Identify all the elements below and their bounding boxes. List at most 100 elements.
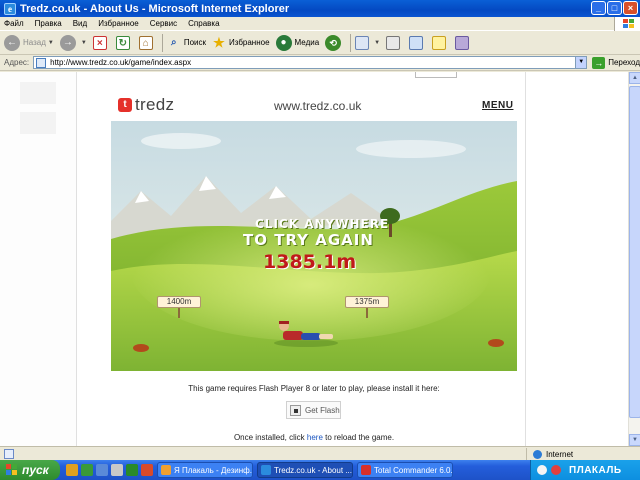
minimize-button[interactable]: _ [591,1,606,15]
media-label: Медиа [294,38,320,47]
search-button[interactable]: ⌕ Поиск [167,36,206,50]
distance-marker-right: 1375m [345,296,389,308]
stop-button[interactable]: × [92,35,110,50]
ie-icon [261,465,271,475]
scroll-thumb[interactable] [629,86,640,418]
reload-suffix: to reload the game. [322,433,395,442]
distance-marker-left: 1400m [157,296,201,308]
flash-required-message: This game requires Flash Player 8 or lat… [188,384,440,393]
page-tab-decoration [415,72,457,78]
tredz-logo-text: tredz [135,95,175,114]
security-zone: Internet [526,448,626,460]
window-title: Tredz.co.uk - About Us - Microsoft Inter… [20,2,290,15]
print-button[interactable] [386,35,403,50]
menu-edit[interactable]: Правка [35,19,62,28]
game-prompt-line2: TO TRY AGAIN [243,231,374,249]
address-label: Адрес: [4,58,30,67]
toolbar-separator [161,33,163,52]
tray-icon[interactable] [537,465,547,475]
quicklaunch-icon[interactable] [141,464,153,476]
flash-icon [290,404,301,416]
page-done-icon [4,449,14,459]
go-label: Переход [608,58,640,67]
start-button[interactable]: пуск [0,460,60,480]
quick-launch [66,464,153,476]
task-label: Я Плакаль - Дезинф... [174,465,253,475]
forward-arrow-icon: → [59,34,76,51]
address-url: http://www.tredz.co.uk/game/index.aspx [50,58,192,67]
scroll-up-button[interactable]: ▲ [629,72,640,84]
get-flash-button[interactable]: Get Flash [286,401,341,419]
menu-help[interactable]: Справка [188,19,219,28]
sign-post [178,308,180,318]
quicklaunch-icon[interactable] [66,464,78,476]
taskbar-item-total-commander[interactable]: Total Commander 6.0... [357,462,453,478]
game-area[interactable]: 1400m 1375m CLICK ANYWHERE TO TRY AGAIN … [111,121,517,371]
reload-prefix: Once installed, click [233,433,307,442]
media-button[interactable]: ● Медиа [275,34,320,51]
start-label: пуск [22,463,49,477]
globe-icon [533,449,542,459]
taskbar-item-tredz[interactable]: Tredz.co.uk - About ... [257,462,353,478]
search-icon: ⌕ [171,36,177,48]
watermark-text: ПЛАКАЛЬ [569,464,622,476]
taskbar: пуск Я Плакаль - Дезинф... Tredz.co.uk -… [0,460,640,480]
home-icon: ⌂ [138,35,153,50]
status-bar: Internet [0,446,640,460]
ie-icon: e [4,2,16,15]
discuss-button[interactable] [432,35,449,50]
home-button[interactable]: ⌂ [138,35,156,50]
close-button[interactable]: × [623,1,638,15]
site-menu-button[interactable]: MENU [482,100,513,111]
menu-favorites[interactable]: Избранное [98,19,139,28]
refresh-button[interactable]: ↻ [115,35,133,50]
edit-button[interactable] [409,35,426,50]
back-label: Назад [23,38,46,47]
title-bar: e Tredz.co.uk - About Us - Microsoft Int… [0,0,640,17]
maximize-button[interactable]: □ [607,1,622,15]
print-icon [386,35,401,50]
menu-file[interactable]: Файл [4,19,24,28]
forward-button[interactable]: → ▼ [59,34,87,51]
quicklaunch-icon[interactable] [126,464,138,476]
page-background-left [0,72,76,446]
edit-icon [409,35,424,50]
chevron-down-icon: ▼ [374,39,381,46]
search-label: Поиск [183,38,206,47]
windows-logo-icon [614,17,640,31]
toolbar: ← Назад ▼ → ▼ × ↻ ⌂ ⌕ Поиск ★ Избранное … [0,31,640,55]
favorites-button[interactable]: ★ Избранное [212,34,269,50]
mail-icon [355,35,370,50]
messenger-icon [455,35,470,50]
address-input[interactable]: http://www.tredz.co.uk/game/index.aspx ▼ [33,56,588,69]
zone-label: Internet [546,449,574,459]
tray-icon[interactable] [551,465,561,475]
note-icon [432,35,447,50]
messenger-button[interactable] [455,35,472,50]
task-label: Tredz.co.uk - About ... [274,465,352,475]
menu-view[interactable]: Вид [73,19,87,28]
refresh-icon: ↻ [115,35,130,50]
mail-button[interactable]: ▼ [355,35,381,50]
quicklaunch-icon[interactable] [81,464,93,476]
toolbar-separator [350,33,352,52]
go-button[interactable]: → Переход [592,56,640,69]
menu-tools[interactable]: Сервис [150,19,177,28]
quicklaunch-icon[interactable] [96,464,108,476]
quicklaunch-icon[interactable] [111,464,123,476]
taskbar-item-yaplakal[interactable]: Я Плакаль - Дезинф... [157,462,253,478]
media-icon: ● [275,34,292,51]
system-tray: ПЛАКАЛЬ [530,460,640,480]
tredz-logo[interactable]: t tredz [118,95,174,115]
back-button[interactable]: ← Назад ▼ [4,34,54,51]
get-flash-label: Get Flash [305,405,340,415]
scroll-down-button[interactable]: ▼ [629,434,640,446]
sign-post [366,308,368,318]
reload-link[interactable]: here [307,433,323,442]
history-button[interactable]: ⟲ [325,34,344,51]
address-dropdown-button[interactable]: ▼ [575,57,587,68]
star-icon: ★ [213,34,225,50]
chevron-down-icon: ▼ [47,39,54,46]
site-url-text: www.tredz.co.uk [274,99,362,113]
vertical-scrollbar[interactable]: ▲ ▼ [628,72,640,446]
